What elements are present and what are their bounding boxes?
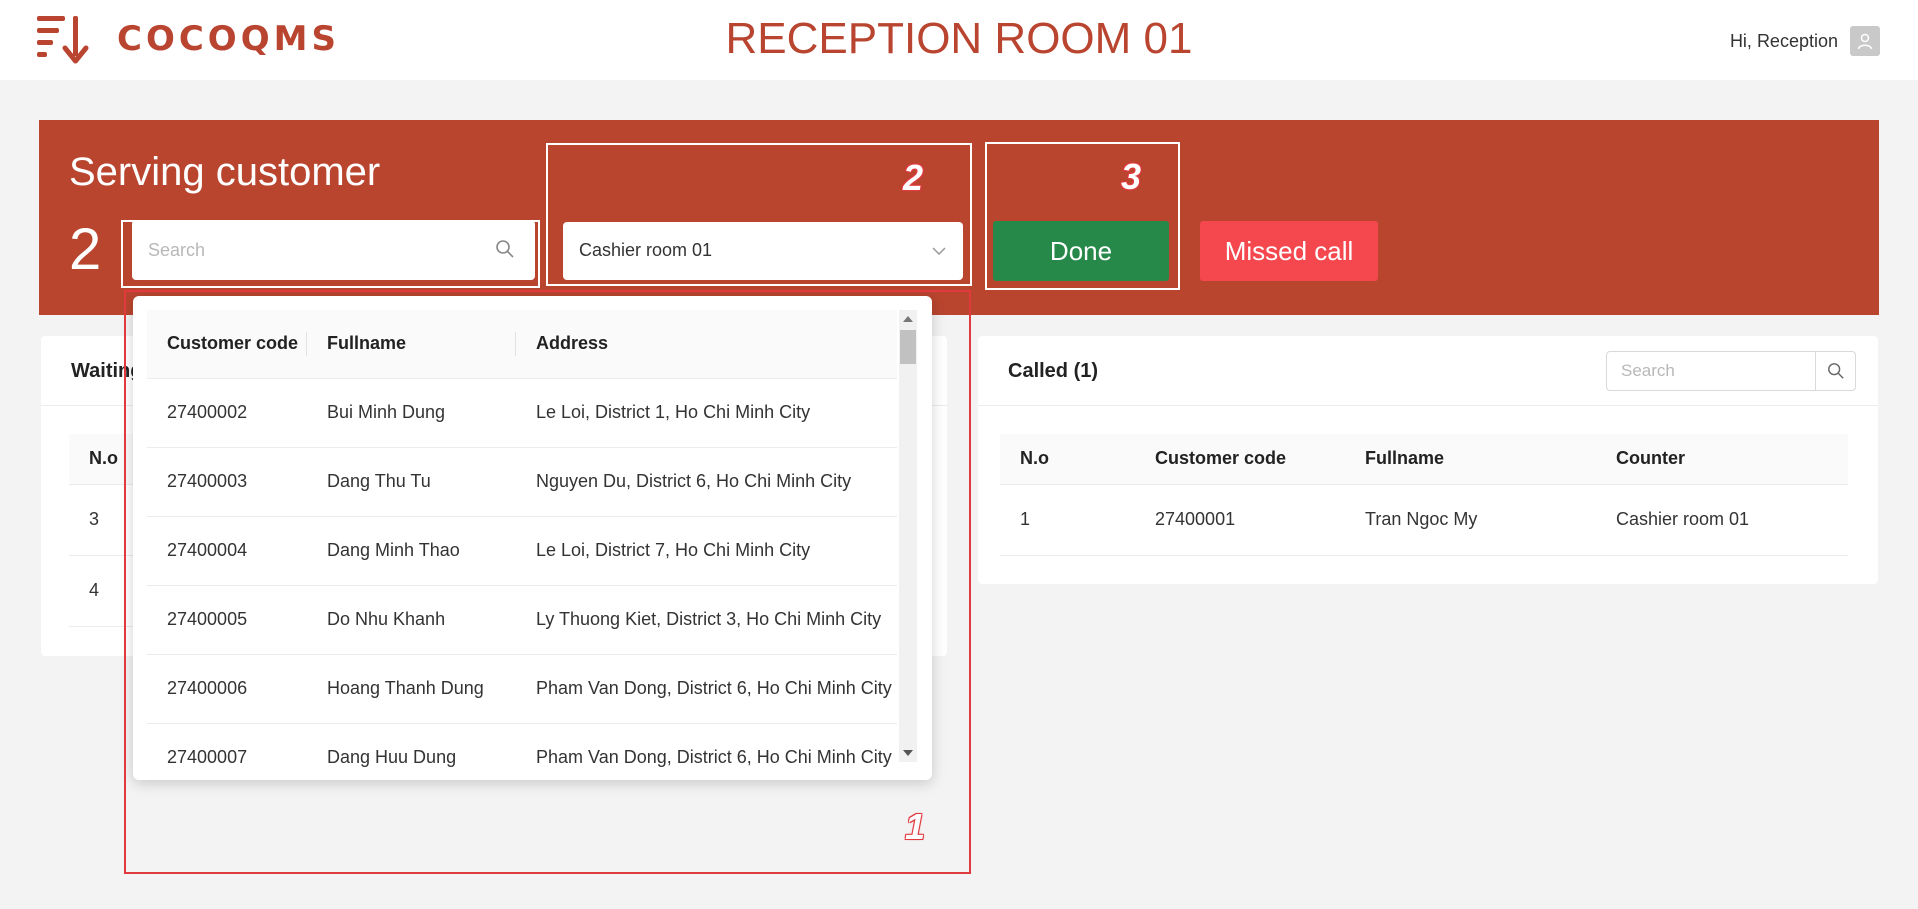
missed-call-button[interactable]: Missed call <box>1200 221 1378 281</box>
top-bar: COCOQMS RECEPTION ROOM 01 Hi, Reception <box>0 0 1918 80</box>
cell-counter: Cashier room 01 <box>1596 484 1848 556</box>
column-header-counter: Counter <box>1596 434 1848 485</box>
avatar[interactable] <box>1850 26 1880 56</box>
serving-count: 2 <box>69 217 102 282</box>
annotation-box-3 <box>985 142 1180 290</box>
table-row[interactable]: 1 27400001 Tran Ngoc My Cashier room 01 <box>1000 484 1848 556</box>
called-search-input[interactable] <box>1607 352 1817 390</box>
cell-no: 1 <box>1000 484 1135 556</box>
annotation-number-2: 2 <box>903 157 924 198</box>
search-icon <box>1827 363 1844 379</box>
called-search-button[interactable] <box>1815 352 1855 390</box>
user-menu[interactable]: Hi, Reception <box>1730 26 1880 56</box>
cell-customer-code: 27400001 <box>1135 484 1345 556</box>
column-header-customer-code: Customer code <box>1135 434 1345 485</box>
column-header-no: N.o <box>1000 434 1135 485</box>
annotation-number-1: 1 <box>905 806 926 847</box>
user-greeting: Hi, Reception <box>1729 30 1838 51</box>
called-panel-header: Called (1) <box>978 336 1878 406</box>
column-header-fullname: Fullname <box>1345 434 1596 485</box>
cell-fullname: Tran Ngoc My <box>1345 484 1596 556</box>
page-title: RECEPTION ROOM 01 <box>725 14 1193 63</box>
annotation-box-search <box>121 220 540 288</box>
user-icon <box>1857 33 1873 50</box>
called-table: N.o Customer code Fullname Counter 1 274… <box>1000 434 1848 556</box>
called-panel: Called (1) N.o Customer code Fullname Co… <box>978 336 1878 584</box>
annotation-number-3: 3 <box>1121 156 1142 197</box>
serving-title: Serving customer <box>69 150 381 194</box>
called-search[interactable] <box>1606 351 1856 391</box>
annotation-box-1 <box>124 290 971 874</box>
called-title: Called (1) <box>1008 360 1099 382</box>
table-header-row: N.o Customer code Fullname Counter <box>1000 434 1848 485</box>
